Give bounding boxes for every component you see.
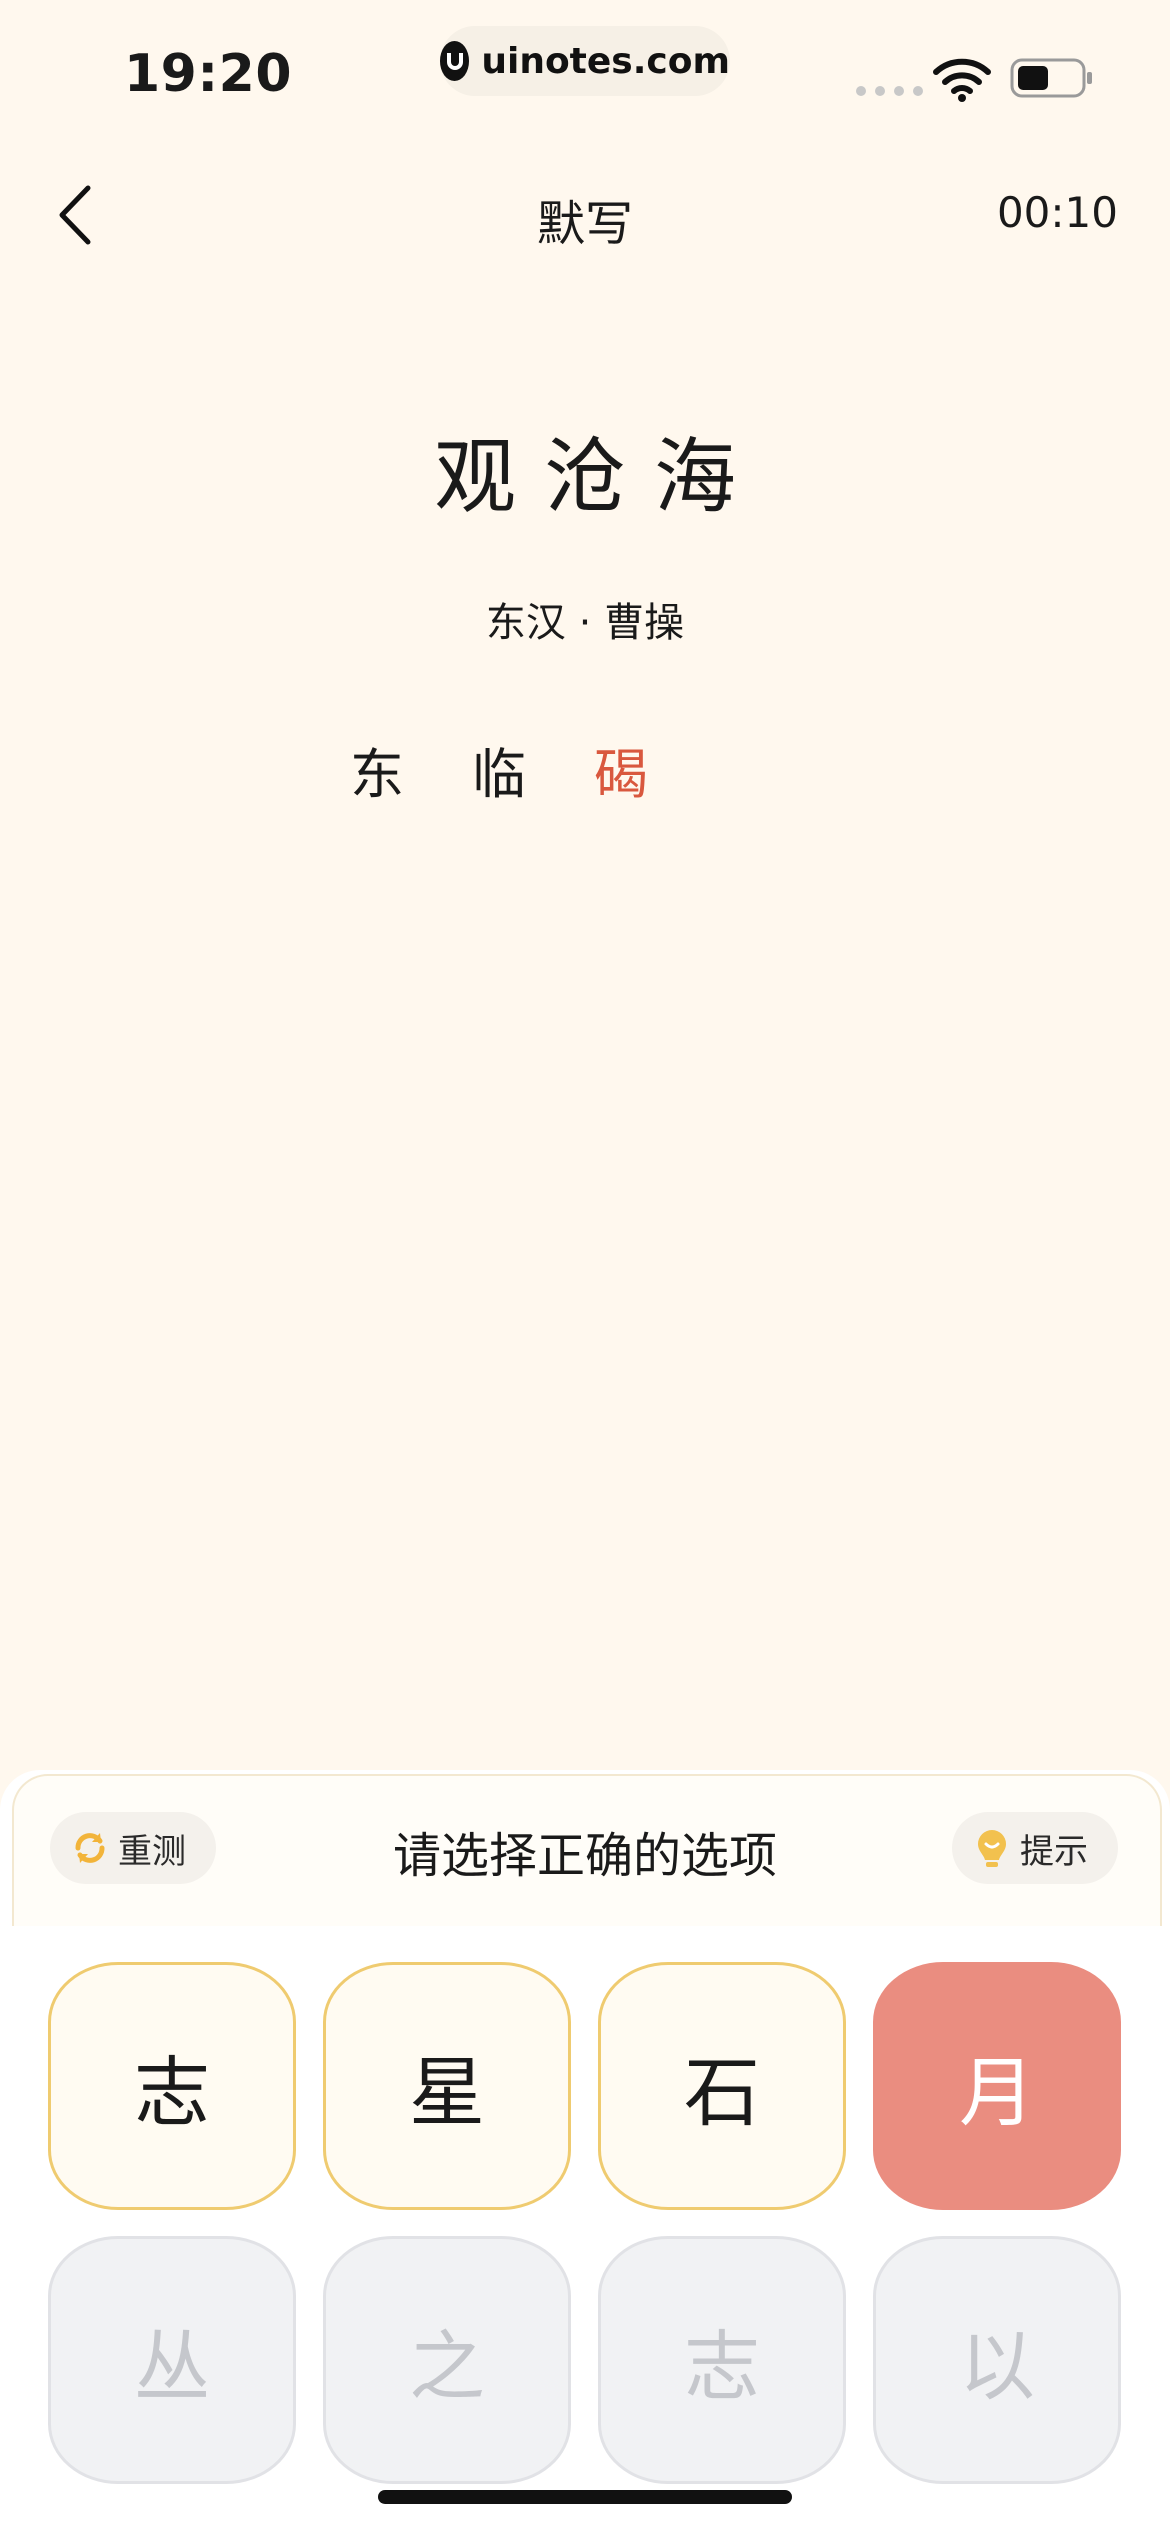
- option-tile-used[interactable]: 以: [873, 2236, 1121, 2484]
- lightbulb-icon: [978, 1830, 1006, 1867]
- poem-char-hint: 碣: [594, 743, 648, 806]
- option-tile[interactable]: 星: [323, 1962, 571, 2210]
- signal-dots-icon: [856, 86, 923, 96]
- poem-author: 东汉 · 曹操: [485, 600, 685, 646]
- option-tile-used[interactable]: 丛: [48, 2236, 296, 2484]
- poem-line: 东 临 碣: [350, 730, 648, 809]
- home-indicator[interactable]: [378, 2490, 792, 2504]
- option-tile-used[interactable]: 志: [598, 2236, 846, 2484]
- option-tile-used[interactable]: 之: [323, 2236, 571, 2484]
- timer: 00:10: [996, 188, 1118, 237]
- battery-icon: [1010, 58, 1092, 98]
- dictation-screen: 19:20 uinotes.com 默写 00:10 观沧海 东汉 · 曹操 东…: [0, 0, 1170, 2532]
- url-pill[interactable]: uinotes.com: [440, 26, 730, 96]
- option-tile[interactable]: 志: [48, 1962, 296, 2210]
- status-bar: 19:20 uinotes.com: [0, 0, 1170, 150]
- poem-title: 观沧海: [433, 430, 764, 525]
- options-grid: 志 星 石 月 丛 之 志 以: [48, 1962, 1122, 2484]
- site-logo-icon: [440, 41, 470, 81]
- status-time: 19:20: [124, 44, 293, 104]
- option-tile-selected[interactable]: 月: [873, 1962, 1121, 2210]
- page-title: 默写: [536, 196, 633, 252]
- option-tile[interactable]: 石: [598, 1962, 846, 2210]
- wifi-icon: [933, 58, 991, 102]
- poem-char: 临: [472, 743, 526, 806]
- url-text: uinotes.com: [481, 40, 730, 82]
- hint-button[interactable]: 提示: [952, 1812, 1118, 1884]
- poem-char: 东: [350, 743, 404, 806]
- hint-label: 提示: [1020, 1831, 1088, 1872]
